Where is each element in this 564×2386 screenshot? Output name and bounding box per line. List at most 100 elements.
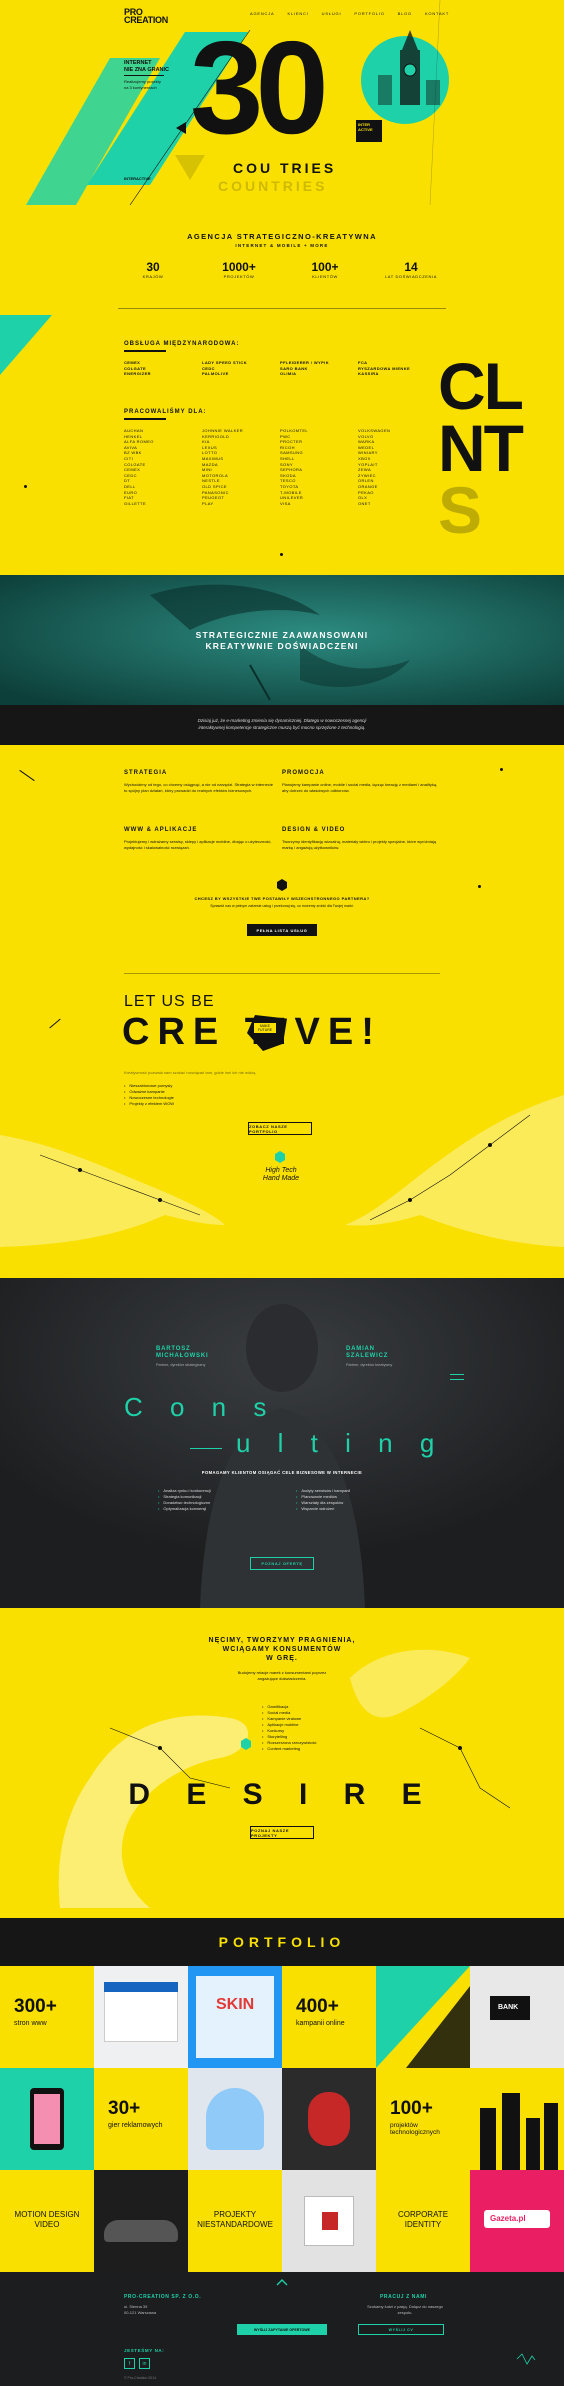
hexagon-icon — [275, 1151, 285, 1163]
stats-divider — [118, 308, 446, 309]
agency-subtitle: INTERNET & MOBILE + MORE — [235, 243, 329, 248]
nav-item-uslugi[interactable]: USŁUGI — [322, 11, 342, 16]
stats-row: 30 KRAJÓW 1000+ PROJEKTÓW 100+ KLIENTÓW … — [118, 260, 446, 280]
international-column: CEMEX COLGATE ENERGIZER — [124, 360, 151, 377]
contact-form-button[interactable]: WYŚLIJ ZAPYTANIE OFERTOWE — [237, 2324, 327, 2335]
service-www: WWW & APLIKACJE Projektujemy i wdrażamy … — [124, 827, 274, 851]
send-cv-button[interactable]: WYŚLIJ CV — [358, 2324, 444, 2335]
banner-title: STRATEGICZNIE ZAAWANSOWANI KREATYWNIE DO… — [195, 630, 369, 651]
stat-item: 30 KRAJÓW — [118, 260, 188, 280]
nav-item-portfolio[interactable]: PORTFOLIO — [354, 11, 384, 16]
portfolio-tile-identity[interactable]: CORPORATE IDENTITY — [376, 2170, 470, 2272]
title-underline — [124, 418, 166, 420]
tile-value: 400+ — [296, 1996, 339, 2017]
person-card-right: DAMIAN SZALEWICZ Partner, dyrektor kreaty… — [346, 1346, 392, 1367]
chevron-up-icon[interactable] — [276, 2278, 288, 2286]
portfolio-tile-games[interactable]: 30+ gier reklamowych — [94, 2068, 188, 2170]
portfolio-thumb-bank[interactable]: BANK — [470, 1966, 564, 2068]
stat-value: 1000+ — [222, 260, 256, 274]
portfolio-grid: 300+ stron www SKIN 400+ kampanii online… — [0, 1966, 564, 2272]
portfolio-thumb-kids[interactable] — [188, 2068, 282, 2170]
portfolio-tile-custom[interactable]: PROJEKTY NIESTANDARDOWE — [188, 2170, 282, 2272]
clients-column: JOHNNIE WALKER KERRIGOLD KIA LEXUS LOTTO MAXI… — [202, 428, 244, 506]
footer-social-title: JESTEŚMY NA: — [124, 2348, 165, 2353]
portfolio-thumb-geometric[interactable] — [376, 1966, 470, 2068]
clients-column: POLKOMTEL PWC PROCTER RICOH SAMSUNG SHELL SONY… — [280, 428, 309, 506]
tile-label: gier reklamowych — [108, 2122, 163, 2129]
clients-decor — [0, 315, 52, 375]
portfolio-thumb-city[interactable] — [470, 2068, 564, 2170]
decor-wave-icon — [516, 2353, 536, 2365]
desire-projects-button[interactable]: POZNAJ NASZE PROJEKTY — [250, 1826, 314, 1839]
stat-item: 1000+ PROJEKTÓW — [204, 260, 274, 280]
portfolio-thumb-skin[interactable]: SKIN — [188, 1966, 282, 2068]
service-text: Planujemy kampanie online, mobile i soci… — [282, 782, 438, 793]
services-section: STRATEGIA Wychodzimy od tego, co chcemy … — [0, 745, 564, 975]
experience-banner: STRATEGICZNIE ZAAWANSOWANI KREATYWNIE DO… — [0, 575, 564, 705]
portfolio-thumb-boxes[interactable] — [282, 2170, 376, 2272]
nav-item-blog[interactable]: BLOG — [398, 11, 412, 16]
thumb-text: BANK — [498, 2004, 519, 2011]
decor-dot — [280, 553, 283, 556]
portfolio-thumb-game[interactable] — [282, 2068, 376, 2170]
agency-title: AGENCJA STRATEGICZNO-KREATYWNA — [187, 232, 377, 241]
list-item: • Content marketing — [262, 1746, 301, 1751]
footer-company: PRO-CREATION SP. Z O.O. — [124, 2294, 202, 2300]
footer: PRO-CREATION SP. Z O.O. ul. Sienna 39 00-… — [0, 2272, 564, 2386]
hero-section: PRO CREATION AGENCJA KLIENCI USŁUGI PORT… — [0, 0, 564, 205]
hero-arrow-icon — [176, 122, 186, 134]
international-list: CEMEX COLGATE ENERGIZER LADY SPEED STICK… — [124, 360, 436, 377]
desire-title: NĘCIMY, TWORZYMY PRAGNIENIA, WCIĄGAMY KON… — [208, 1637, 356, 1662]
hexagon-icon — [277, 879, 287, 891]
nav-item-kontakt[interactable]: KONTAKT — [425, 11, 449, 16]
portfolio-thumb-gazeta[interactable]: Gazeta.pl — [470, 2170, 564, 2272]
tile-label: MOTION DESIGN VIDEO — [14, 2210, 80, 2229]
see-portfolio-button[interactable]: ZOBACZ NASZE PORTFOLIO — [248, 1122, 312, 1135]
clients-section: OBSŁUGA MIĘDZYNARODOWA: CEMEX COLGATE EN… — [0, 315, 564, 575]
service-text: Tworzymy identyfikację wizualną, materia… — [282, 839, 437, 850]
intro-strip: Dzisiaj już, że e-marketing zmienia się … — [0, 705, 564, 745]
consulting-section: BARTOSZ MICHAŁOWSKI Partner, dyrektor str… — [0, 1278, 564, 1608]
service-strategia: STRATEGIA Wychodzimy od tego, co chcemy … — [124, 770, 274, 794]
facebook-icon[interactable]: f — [124, 2358, 135, 2369]
portfolio-tile-www[interactable]: 300+ stron www — [0, 1966, 94, 2068]
consulting-bullets-left: • Analiza rynku i konkurencji • Strategia … — [158, 1488, 211, 1512]
logo[interactable]: PRO CREATION — [124, 8, 168, 25]
tile-value: 300+ — [14, 1996, 57, 2017]
tile-value: 30+ — [108, 2098, 141, 2119]
tile-label: CORPORATE IDENTITY — [397, 2210, 449, 2229]
hero-word-countries: COU TRIES — [233, 160, 337, 176]
service-text: Wychodzimy od tego, co chcemy osiągnąć, … — [124, 782, 273, 793]
clients-big-letters: CL NT S — [438, 349, 524, 547]
hero-word-shadow: COUNTRIES — [218, 178, 328, 194]
intro-text: Dzisiaj już, że e-marketing zmienia się … — [197, 718, 367, 730]
service-title: DESIGN & VIDEO — [282, 827, 346, 833]
portfolio-thumb-website[interactable] — [94, 1966, 188, 2068]
consulting-offer-button[interactable]: POZNAJ OFERTĘ — [250, 1557, 314, 1570]
clients-column: AUCHAN HENKEL ALFA ROMEO AVIVA BZ WBK CITI COL… — [124, 428, 154, 506]
portfolio-tile-motion[interactable]: MOTION DESIGN VIDEO — [0, 2170, 94, 2272]
stat-label: PROJEKTÓW — [223, 274, 255, 279]
portfolio-thumb-mobile[interactable] — [0, 2068, 94, 2170]
services-note-title: CHCESZ BY WSZYSTKIE TWE POSTAWIŁY WSZECH… — [194, 896, 370, 901]
linkedin-icon[interactable]: in — [139, 2358, 150, 2369]
stat-item: 14 LAT DOŚWIADCZENIA — [376, 260, 446, 280]
full-services-button[interactable]: PEŁNA LISTA USŁUG — [247, 924, 317, 936]
portfolio-tile-campaigns[interactable]: 400+ kampanii online — [282, 1966, 376, 2068]
service-title: PROMOCJA — [282, 770, 325, 776]
stat-label: LAT DOŚWIADCZENIA — [384, 274, 438, 279]
portfolio-tile-tech[interactable]: 100+ projektów technologicznych — [376, 2068, 470, 2170]
person-card-left: BARTOSZ MICHAŁOWSKI Partner, dyrektor str… — [156, 1346, 208, 1367]
service-design: DESIGN & VIDEO Tworzymy identyfikację wi… — [282, 827, 442, 851]
thumb-text: SKIN — [216, 1996, 255, 2013]
portfolio-thumb-car[interactable] — [94, 2170, 188, 2272]
decor-line — [190, 1448, 222, 1449]
decor-dot — [478, 885, 481, 888]
tile-value: 100+ — [390, 2098, 433, 2119]
portfolio-title: PORTFOLIO — [218, 1934, 346, 1950]
creative-sticker: MAKE FUTURE — [254, 1023, 276, 1033]
decor-line — [19, 769, 35, 782]
service-text: Projektujemy i wdrażamy serwisy, sklepy … — [124, 839, 272, 850]
decor-line — [49, 1018, 61, 1029]
list-item: • Optymalizacja konwersji — [158, 1506, 207, 1511]
